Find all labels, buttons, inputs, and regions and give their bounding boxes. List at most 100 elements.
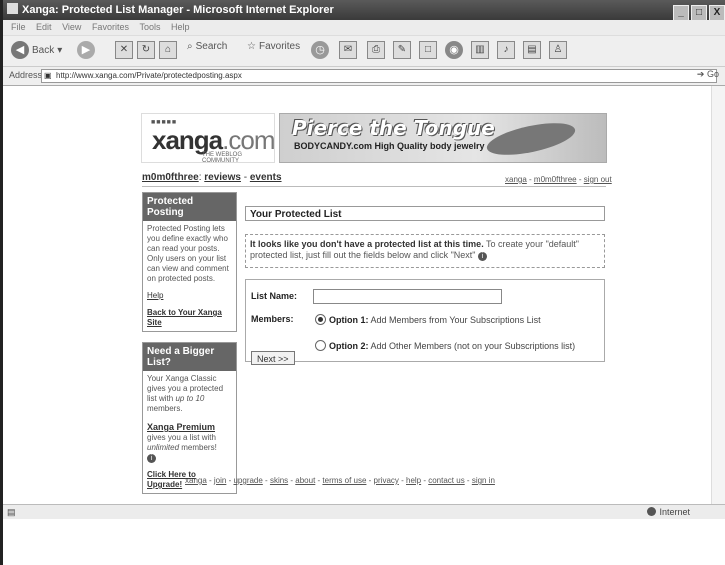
xanga-premium-link[interactable]: Xanga Premium [147, 422, 215, 432]
footer-help[interactable]: help [406, 476, 421, 485]
signout-link[interactable]: sign out [584, 175, 612, 184]
page-status-icon: ▤ [7, 507, 16, 517]
refresh-button[interactable]: ↻ [137, 41, 155, 59]
address-input[interactable]: ▣ http://www.xanga.com/Private/protected… [41, 69, 717, 83]
discuss-icon: □ [419, 41, 437, 59]
history-button[interactable]: ◷ [311, 41, 329, 59]
back-button[interactable]: ◀ Back ▾ [11, 41, 62, 59]
window-controls: _ □ X [671, 2, 725, 22]
forward-button[interactable]: ▶ [77, 41, 95, 59]
research-button[interactable]: ◉ [445, 41, 463, 59]
option1-radio[interactable]: Option 1: Add Members from Your Subscrip… [315, 314, 541, 325]
search-button[interactable]: ⌕ Search [187, 41, 227, 52]
discuss-button[interactable]: □ [419, 41, 437, 59]
info-icon[interactable]: i [478, 252, 488, 261]
separator: - [240, 172, 250, 183]
favorites-button[interactable]: ☆ Favorites [247, 41, 300, 52]
globe-icon [647, 507, 657, 516]
search-label: Search [195, 41, 228, 52]
events-link[interactable]: events [250, 172, 282, 183]
stop-button[interactable]: ✕ [115, 41, 133, 59]
messenger-button[interactable]: ▥ [471, 41, 489, 59]
home-icon: ⌂ [159, 41, 177, 59]
home-button[interactable]: ⌂ [159, 41, 177, 59]
logo-brand: xanga [152, 125, 223, 155]
footer-xanga[interactable]: xanga [185, 476, 207, 485]
menu-view[interactable]: View [62, 22, 81, 32]
research-icon: ◉ [445, 41, 463, 59]
footer-signin[interactable]: sign in [472, 476, 495, 485]
option2-radio[interactable]: Option 2: Add Other Members (not on your… [315, 340, 575, 351]
footer-skins[interactable]: skins [270, 476, 288, 485]
jewelry-graphic [484, 116, 578, 162]
menu-edit[interactable]: Edit [36, 22, 52, 32]
people-button[interactable]: ♙ [549, 41, 567, 59]
protected-posting-title: Protected Posting [143, 193, 236, 221]
footer-about[interactable]: about [295, 476, 315, 485]
go-label: Go [706, 69, 719, 79]
menu-favorites[interactable]: Favorites [92, 22, 129, 32]
media-button[interactable]: ♪ [497, 41, 515, 59]
xanga-logo[interactable]: ■■■■■ xanga.com THE WEBLOG COMMUNITY [141, 113, 276, 164]
security-zone: Internet [647, 505, 690, 519]
menu-file[interactable]: File [11, 22, 26, 32]
maximize-button[interactable]: □ [691, 5, 707, 21]
browser-toolbar: ◀ Back ▾ ▶ ✕ ↻ ⌂ ⌕ Search ☆ Favorites ◷ ✉ ⎙ … [3, 36, 725, 67]
mail-icon: ✉ [339, 41, 357, 59]
vertical-scrollbar[interactable] [711, 86, 725, 504]
list-name-input[interactable] [313, 289, 502, 304]
tool-icon: ▤ [523, 41, 541, 59]
print-button[interactable]: ⎙ [367, 41, 385, 59]
window-title: Xanga: Protected List Manager - Microsof… [22, 4, 334, 16]
ie-icon [7, 3, 18, 14]
zone-label: Internet [659, 507, 690, 517]
help-link[interactable]: Help [147, 291, 232, 301]
ad-banner[interactable]: Pierce the Tongue BODYCANDY.com High Qua… [279, 113, 607, 163]
footer-upgrade[interactable]: upgrade [233, 476, 262, 485]
info-icon[interactable]: i [147, 454, 156, 463]
protected-posting-box: Protected Posting Protected Posting lets… [142, 192, 237, 332]
menu-tools[interactable]: Tools [139, 22, 160, 32]
xanga-link[interactable]: xanga [505, 175, 527, 184]
list-name-label: List Name: [251, 291, 298, 301]
address-label: Address [9, 70, 43, 80]
logo-tagline: THE WEBLOG COMMUNITY [202, 152, 243, 164]
username-link[interactable]: m0m0fthree [534, 175, 577, 184]
bigger-list-box: Need a Bigger List? Your Xanga Classic g… [142, 342, 237, 494]
minimize-button[interactable]: _ [673, 5, 689, 21]
user-nav: m0m0fthree: reviews - events [142, 172, 282, 183]
footer-privacy[interactable]: privacy [374, 476, 399, 485]
option1-text: Add Members from Your Subscriptions List [368, 315, 541, 325]
radio-unselected-icon [315, 340, 326, 351]
protected-posting-text: Protected Posting lets you define exactl… [147, 224, 229, 283]
notice-box: It looks like you don't have a protected… [245, 234, 605, 268]
stop-icon: ✕ [115, 41, 133, 59]
menu-help[interactable]: Help [171, 22, 190, 32]
unlimited-text: unlimited [147, 443, 180, 452]
back-label: Back [32, 44, 55, 56]
go-button[interactable]: ➔ Go [697, 69, 719, 80]
bigger-list-title: Need a Bigger List? [143, 343, 236, 371]
dropdown-arrow-icon: ▾ [57, 44, 63, 56]
text: gives you a list with [147, 433, 216, 442]
footer-join[interactable]: join [214, 476, 226, 485]
next-button[interactable]: Next >> [251, 351, 295, 365]
history-icon: ◷ [311, 41, 329, 59]
notice-bold: It looks like you don't have a protected… [250, 239, 484, 249]
reviews-link[interactable]: reviews [204, 172, 241, 183]
tool-button[interactable]: ▤ [523, 41, 541, 59]
close-button[interactable]: X [709, 5, 725, 21]
sidebar: Protected Posting Protected Posting lets… [142, 192, 237, 494]
user-link[interactable]: m0m0fthree [142, 172, 199, 183]
radio-selected-icon [315, 314, 326, 325]
top-links: xanga - m0m0fthree - sign out [505, 175, 612, 184]
premium-text: Xanga Premium gives you a list with unli… [147, 422, 232, 463]
back-to-site-link[interactable]: Back to Your Xanga Site [147, 308, 232, 328]
footer-terms[interactable]: terms of use [322, 476, 366, 485]
mail-button[interactable]: ✉ [339, 41, 357, 59]
members-label: Members: [251, 314, 294, 324]
footer-contact[interactable]: contact us [428, 476, 464, 485]
edit-button[interactable]: ✎ [393, 41, 411, 59]
status-bar: ▤ Internet [3, 504, 725, 519]
ad-title: Pierce the Tongue [292, 116, 495, 140]
